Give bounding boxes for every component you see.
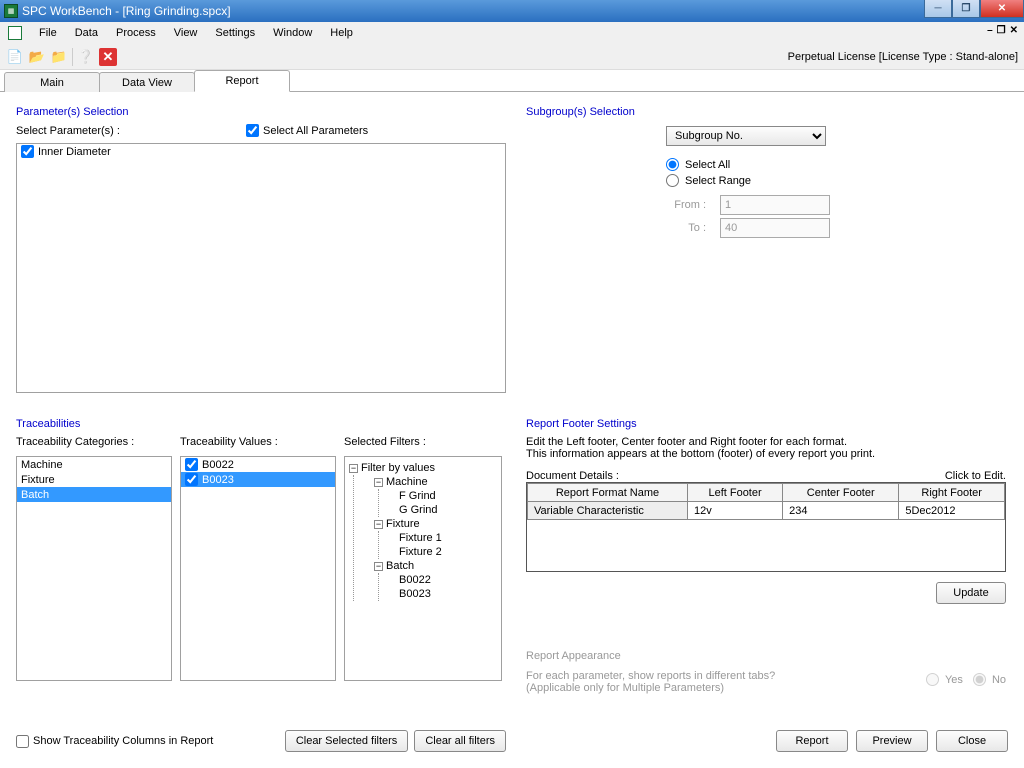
collapse-icon[interactable]: −	[349, 464, 358, 473]
parameter-checkbox[interactable]	[21, 145, 34, 158]
tree-leaf[interactable]: Fixture 1	[399, 531, 497, 545]
to-label: To :	[666, 222, 706, 234]
value-item[interactable]: B0023	[181, 472, 335, 487]
tree-leaf[interactable]: B0023	[399, 587, 497, 601]
value-item[interactable]: B0022	[181, 457, 335, 472]
show-traceability-columns-checkbox[interactable]: Show Traceability Columns in Report	[16, 735, 213, 748]
parameters-listbox[interactable]: Inner Diameter	[16, 143, 506, 393]
select-parameters-label: Select Parameter(s) :	[16, 125, 246, 137]
preview-button[interactable]: Preview	[856, 730, 928, 752]
col-center-footer[interactable]: Center Footer	[783, 484, 899, 502]
appearance-line1: For each parameter, show reports in diff…	[526, 670, 916, 682]
col-right-footer[interactable]: Right Footer	[899, 484, 1005, 502]
footer-table-container: Report Format Name Left Footer Center Fo…	[526, 482, 1006, 572]
tab-strip: Main Data View Report	[0, 70, 1024, 92]
window-title: SPC WorkBench - [Ring Grinding.spcx]	[22, 4, 231, 18]
menu-window[interactable]: Window	[264, 25, 321, 41]
select-all-radio[interactable]	[666, 158, 679, 171]
tree-leaf[interactable]: B0022	[399, 573, 497, 587]
open2-icon[interactable]: 📁	[50, 48, 68, 66]
tab-report[interactable]: Report	[194, 70, 290, 92]
menu-view[interactable]: View	[165, 25, 207, 41]
filter-tree[interactable]: −Filter by values −Machine F Grind G Gri…	[344, 456, 502, 681]
doc-details-label: Document Details :	[526, 470, 619, 482]
menu-process[interactable]: Process	[107, 25, 165, 41]
new-icon[interactable]: 📄	[6, 48, 24, 66]
select-all-parameters-checkbox[interactable]: Select All Parameters	[246, 124, 368, 137]
appearance-line2: (Applicable only for Multiple Parameters…	[526, 682, 916, 694]
open-icon[interactable]: 📂	[28, 48, 46, 66]
collapse-icon[interactable]: −	[374, 562, 383, 571]
trace-values-listbox[interactable]: B0022 B0023	[180, 456, 336, 681]
trace-categories-label: Traceability Categories :	[16, 436, 172, 448]
mdi-restore-button[interactable]: ❐	[997, 25, 1006, 36]
close-icon[interactable]: ✕	[99, 48, 117, 66]
close-button[interactable]: Close	[936, 730, 1008, 752]
license-label: Perpetual License [License Type : Stand-…	[788, 51, 1018, 63]
footer-line2: This information appears at the bottom (…	[526, 448, 1006, 460]
tab-data-view[interactable]: Data View	[99, 72, 195, 92]
appearance-title: Report Appearance	[526, 650, 1006, 662]
trace-values-label: Traceability Values :	[180, 436, 336, 448]
selected-filters-label: Selected Filters :	[344, 436, 502, 448]
traceabilities-title: Traceabilities	[16, 418, 506, 430]
category-item[interactable]: Batch	[17, 487, 171, 502]
col-left-footer[interactable]: Left Footer	[688, 484, 783, 502]
app-icon: ▦	[4, 4, 18, 18]
menu-file[interactable]: File	[30, 25, 66, 41]
tree-leaf[interactable]: Fixture 2	[399, 545, 497, 559]
select-range-radio[interactable]	[666, 174, 679, 187]
menu-bar: File Data Process View Settings Window H…	[0, 22, 1024, 44]
maximize-button[interactable]: ❐	[952, 0, 980, 18]
trace-categories-listbox[interactable]: Machine Fixture Batch	[16, 456, 172, 681]
category-item[interactable]: Machine	[17, 457, 171, 472]
subgroup-dropdown[interactable]: Subgroup No.	[666, 126, 826, 146]
tree-leaf[interactable]: F Grind	[399, 489, 497, 503]
to-input[interactable]	[720, 218, 830, 238]
mdi-minimize-button[interactable]: –	[987, 25, 993, 36]
appearance-yes-radio	[926, 673, 939, 686]
menu-data[interactable]: Data	[66, 25, 107, 41]
minimize-button[interactable]: ─	[924, 0, 952, 18]
collapse-icon[interactable]: −	[374, 478, 383, 487]
help-icon[interactable]: ❔	[77, 48, 95, 66]
table-row[interactable]: Variable Characteristic 12v 234 5Dec2012	[528, 502, 1005, 520]
menu-help[interactable]: Help	[321, 25, 362, 41]
category-item[interactable]: Fixture	[17, 472, 171, 487]
footer-settings-title: Report Footer Settings	[526, 418, 1006, 430]
footer-table[interactable]: Report Format Name Left Footer Center Fo…	[527, 483, 1005, 520]
tree-leaf[interactable]: G Grind	[399, 503, 497, 517]
parameters-title: Parameter(s) Selection	[16, 106, 506, 118]
tab-main[interactable]: Main	[4, 72, 100, 92]
clear-all-filters-button[interactable]: Clear all filters	[414, 730, 506, 752]
from-label: From :	[666, 199, 706, 211]
mdi-close-button[interactable]: ✕	[1010, 25, 1018, 36]
menu-settings[interactable]: Settings	[206, 25, 264, 41]
window-titlebar: ▦ SPC WorkBench - [Ring Grinding.spcx] ─…	[0, 0, 1024, 22]
clear-selected-filters-button[interactable]: Clear Selected filters	[285, 730, 409, 752]
doc-icon	[8, 26, 22, 40]
from-input[interactable]	[720, 195, 830, 215]
collapse-icon[interactable]: −	[374, 520, 383, 529]
close-window-button[interactable]: ✕	[980, 0, 1024, 18]
appearance-no-radio	[973, 673, 986, 686]
click-edit-label: Click to Edit.	[945, 470, 1006, 482]
update-button[interactable]: Update	[936, 582, 1006, 604]
col-report-format[interactable]: Report Format Name	[528, 484, 688, 502]
report-button[interactable]: Report	[776, 730, 848, 752]
toolbar: 📄 📂 📁 ❔ ✕ Perpetual License [License Typ…	[0, 44, 1024, 70]
subgroup-title: Subgroup(s) Selection	[526, 106, 1006, 118]
parameter-item[interactable]: Inner Diameter	[17, 144, 505, 159]
footer-line1: Edit the Left footer, Center footer and …	[526, 436, 1006, 448]
